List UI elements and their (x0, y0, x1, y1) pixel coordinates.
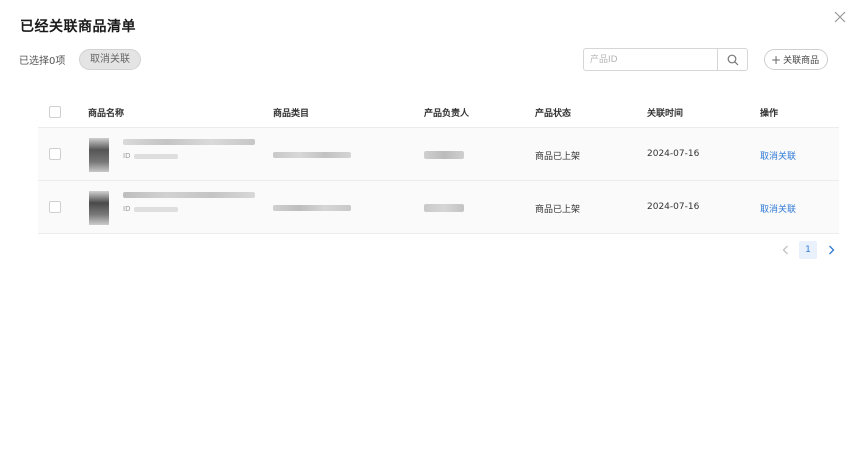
plus-icon: + (771, 52, 782, 67)
table-header: 商品名称 商品类目 产品负责人 产品状态 关联时间 操作 (38, 96, 839, 128)
product-id-search (583, 48, 748, 71)
selected-count: 已选择0项 (19, 56, 66, 67)
close-icon[interactable] (833, 10, 847, 24)
status-text: 商品已上架 (535, 152, 581, 162)
chevron-right-icon[interactable] (824, 241, 838, 259)
unlink-link[interactable]: 取消关联 (760, 149, 796, 162)
header-product-name: 商品名称 (88, 109, 125, 119)
product-name-redacted (123, 192, 255, 198)
product-id-redacted (134, 154, 178, 159)
table-row: ID 商品已上架 2024-07-16 取消关联 (38, 128, 839, 181)
linked-products-modal: 已经关联商品清单 已选择0项 取消关联 + 关联商品 商品名称 商品类目 产品负… (0, 0, 859, 461)
chevron-left-icon[interactable] (778, 241, 792, 259)
header-status: 产品状态 (535, 109, 572, 119)
product-id-redacted (134, 207, 178, 212)
header-owner: 产品负责人 (424, 109, 470, 119)
unlink-link[interactable]: 取消关联 (760, 202, 796, 215)
status-text: 商品已上架 (535, 205, 581, 215)
search-icon (727, 54, 738, 65)
page-number[interactable]: 1 (799, 241, 817, 259)
category-redacted (273, 205, 351, 211)
owner-redacted (424, 151, 464, 159)
product-thumbnail (89, 191, 109, 225)
category-redacted (273, 152, 351, 158)
header-linked-time: 关联时间 (647, 109, 684, 119)
linked-date: 2024-07-16 (647, 202, 700, 212)
linked-date: 2024-07-16 (647, 149, 700, 159)
row-checkbox[interactable] (49, 201, 61, 213)
header-category: 商品类目 (273, 109, 310, 119)
product-name-redacted (123, 139, 255, 145)
product-id-label: ID (123, 152, 131, 160)
table-row: ID 商品已上架 2024-07-16 取消关联 (38, 181, 839, 234)
header-actions: 操作 (760, 109, 779, 119)
add-linked-product-button[interactable]: + 关联商品 (764, 49, 829, 70)
pagination: 1 (778, 241, 838, 259)
product-thumbnail (89, 138, 109, 172)
select-all-checkbox[interactable] (49, 106, 61, 118)
search-button[interactable] (717, 49, 747, 70)
search-input[interactable] (584, 49, 717, 70)
linked-products-table: 商品名称 商品类目 产品负责人 产品状态 关联时间 操作 ID 商品已上架 20… (38, 96, 839, 234)
modal-title: 已经关联商品清单 (20, 19, 136, 35)
add-button-label: 关联商品 (783, 56, 820, 66)
owner-redacted (424, 204, 464, 212)
product-id-label: ID (123, 205, 131, 213)
row-checkbox[interactable] (49, 148, 61, 160)
bulk-unlink-button[interactable]: 取消关联 (79, 49, 141, 70)
